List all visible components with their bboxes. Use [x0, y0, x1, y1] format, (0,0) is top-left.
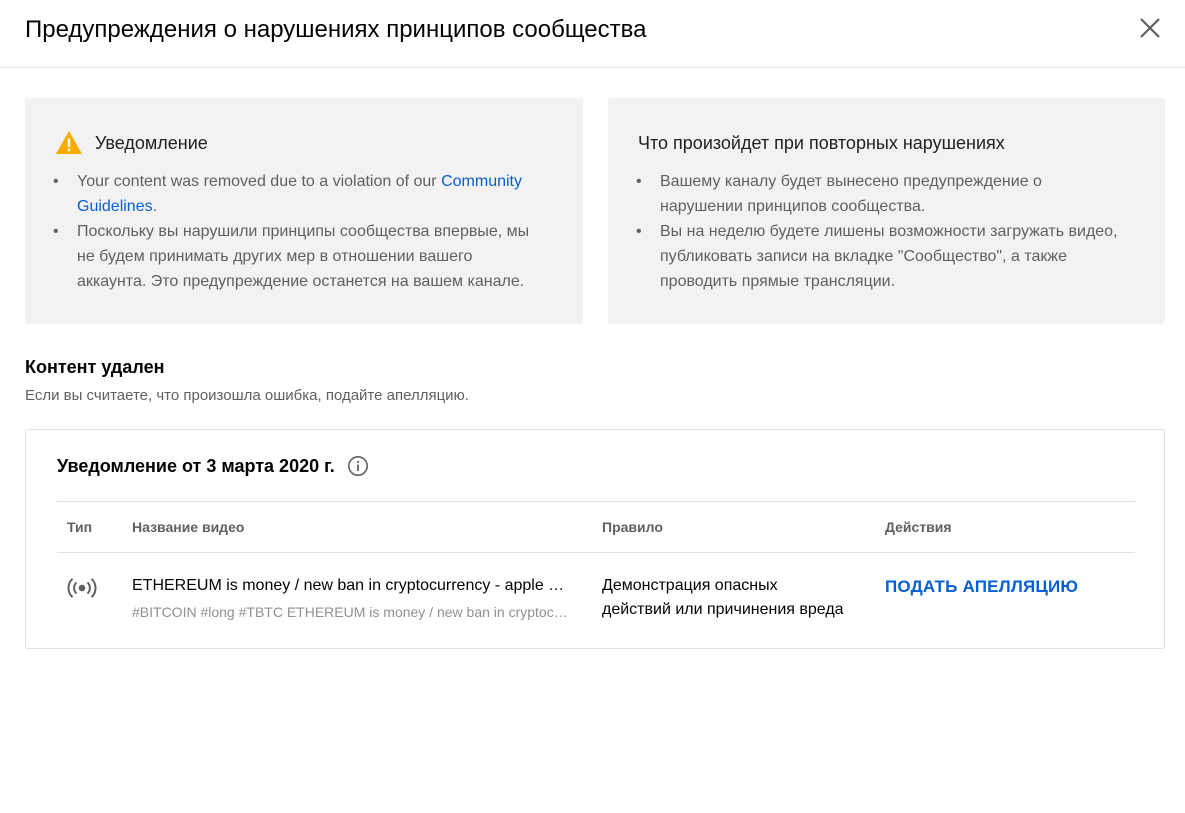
- notice-date-title: Уведомление от 3 марта 2020 г.: [57, 456, 335, 476]
- repeat-text: нарушении принципов сообщества.: [660, 198, 926, 215]
- violated-rule: Демонстрация опасных действий или причин…: [602, 574, 862, 622]
- repeat-text: Вашему каналу будет вынесено предупрежде…: [660, 173, 1042, 190]
- repeat-list: Вашему каналу будет вынесено предупрежде…: [638, 169, 1143, 294]
- notice-card: Уведомление Your content was removed due…: [25, 98, 583, 324]
- notice-table: Уведомление от 3 марта 2020 г. Тип Назва…: [25, 429, 1165, 649]
- video-description: #BITCOIN #long #TBTC ETHEREUM is money /…: [132, 604, 572, 620]
- column-header-video-name: Название видео: [132, 519, 245, 535]
- community-guidelines-link[interactable]: Community: [441, 173, 522, 190]
- repeat-card-header: Что произойдет при повторных нарушениях: [638, 130, 1005, 156]
- live-stream-icon: [66, 576, 98, 600]
- notice-text: Поскольку вы нарушили принципы сообществ…: [77, 223, 530, 240]
- notice-text: аккаунта. Это предупреждение останется н…: [77, 273, 525, 290]
- list-item: Your content was removed due to a violat…: [55, 169, 567, 219]
- repeat-text: Вы на неделю будете лишены возможности з…: [660, 223, 1118, 240]
- rule-text: действий или причинения вреда: [602, 601, 844, 618]
- list-item: Вы на неделю будете лишены возможности з…: [638, 219, 1143, 294]
- info-icon[interactable]: [347, 455, 369, 477]
- divider: [57, 501, 1135, 502]
- repeat-card-heading: Что произойдет при повторных нарушениях: [638, 133, 1005, 153]
- content-removed-subtitle: Если вы считаете, что произошла ошибка, …: [25, 387, 469, 404]
- rule-text: Демонстрация опасных: [602, 577, 778, 594]
- notice-table-header: Уведомление от 3 марта 2020 г.: [57, 454, 369, 478]
- dialog-header: Предупреждения о нарушениях принципов со…: [0, 0, 1185, 68]
- community-guidelines-link-cont[interactable]: Guidelines: [77, 198, 153, 215]
- column-header-rule: Правило: [602, 519, 663, 535]
- list-item: Вашему каналу будет вынесено предупрежде…: [638, 169, 1143, 219]
- column-header-type: Тип: [67, 519, 93, 535]
- content-removed-title: Контент удален: [25, 357, 165, 377]
- notice-text-suffix: .: [152, 198, 158, 215]
- notice-text: Your content was removed due to a violat…: [77, 173, 442, 190]
- list-item: Поскольку вы нарушили принципы сообществ…: [55, 219, 567, 294]
- column-header-actions: Действия: [885, 519, 952, 535]
- close-icon: [1140, 18, 1160, 38]
- notice-card-header: Уведомление: [55, 130, 208, 156]
- notice-text: не будем принимать других мер в отношени…: [77, 248, 473, 265]
- submit-appeal-button[interactable]: ПОДАТЬ АПЕЛЛЯЦИЮ: [885, 575, 1078, 599]
- divider: [57, 552, 1135, 553]
- repeat-violations-card: Что произойдет при повторных нарушениях …: [608, 98, 1165, 324]
- close-button[interactable]: [1134, 12, 1166, 44]
- repeat-text: публиковать записи на вкладке "Сообществ…: [660, 248, 1067, 265]
- notice-list: Your content was removed due to a violat…: [55, 169, 567, 294]
- repeat-text: проводить прямые трансляции.: [660, 273, 896, 290]
- dialog-title: Предупреждения о нарушениях принципов со…: [25, 16, 647, 43]
- warning-icon: [55, 130, 83, 156]
- notice-card-heading: Уведомление: [95, 133, 208, 153]
- video-title[interactable]: ETHEREUM is money / new ban in cryptocur…: [132, 575, 572, 597]
